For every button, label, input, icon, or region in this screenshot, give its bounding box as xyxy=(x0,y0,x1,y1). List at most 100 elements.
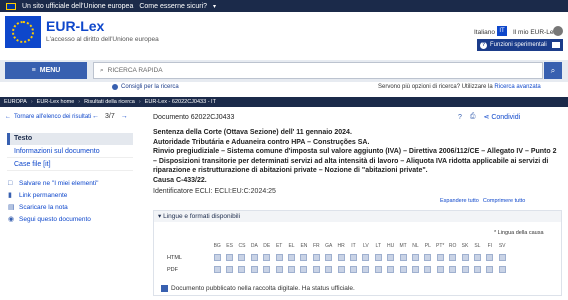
language-code: ET xyxy=(275,243,283,249)
breadcrumb: EUROPA › EUR-Lex home › Risultati della … xyxy=(0,97,568,107)
format-download-link[interactable] xyxy=(397,253,409,262)
language-code: ES xyxy=(226,243,233,249)
save-label: Salvare ne "I miei elementi" xyxy=(19,179,99,187)
format-download-link[interactable] xyxy=(484,253,496,262)
prev-result-icon[interactable]: ← xyxy=(92,113,99,120)
format-download-link[interactable] xyxy=(446,265,458,274)
format-download-link[interactable] xyxy=(211,265,223,274)
format-download-link[interactable] xyxy=(459,265,471,274)
format-download-link[interactable] xyxy=(261,265,273,274)
file-icon xyxy=(362,254,370,261)
format-download-link[interactable] xyxy=(347,265,359,274)
format-download-link[interactable] xyxy=(397,265,409,274)
format-download-link[interactable] xyxy=(211,253,223,262)
site-title[interactable]: EUR-Lex xyxy=(46,18,104,34)
format-download-link[interactable] xyxy=(372,265,384,274)
language-code: NL xyxy=(412,243,419,249)
format-download-link[interactable] xyxy=(409,265,421,274)
languages-panel-header[interactable]: ▾ Lingue e formati disponibili xyxy=(154,211,561,222)
format-download-link[interactable] xyxy=(422,265,434,274)
format-download-link[interactable] xyxy=(285,265,297,274)
format-download-link[interactable] xyxy=(409,253,421,262)
format-download-link[interactable] xyxy=(484,265,496,274)
search-input[interactable]: ⌕ RICERCA RAPIDA xyxy=(93,62,543,79)
format-download-link[interactable] xyxy=(248,265,260,274)
language-selector[interactable]: Italiano xyxy=(474,29,495,36)
eu-official-banner: Un sito ufficiale dell'Unione europea Co… xyxy=(0,0,568,12)
search-submit-button[interactable]: ⌕ xyxy=(544,62,562,79)
user-icon[interactable] xyxy=(553,26,563,36)
format-download-link[interactable] xyxy=(273,253,285,262)
format-download-link[interactable] xyxy=(335,265,347,274)
format-download-link[interactable] xyxy=(310,265,322,274)
format-download-link[interactable] xyxy=(273,265,285,274)
format-download-link[interactable] xyxy=(335,253,347,262)
format-download-link[interactable] xyxy=(384,253,396,262)
my-eurlex-link[interactable]: Il mio EUR-Lex xyxy=(513,29,557,36)
breadcrumb-item[interactable]: EUROPA xyxy=(4,99,27,105)
follow-document-action[interactable]: ◉ Segui questo documento xyxy=(7,213,133,225)
breadcrumb-item[interactable]: Risultati della ricerca xyxy=(84,99,135,105)
format-download-link[interactable] xyxy=(248,253,260,262)
search-tips-link[interactable]: Consigli per la ricerca xyxy=(112,84,179,90)
format-download-link[interactable] xyxy=(471,253,483,262)
format-download-link[interactable] xyxy=(360,265,372,274)
next-result-icon[interactable]: → xyxy=(121,113,128,120)
languages-heading: Lingue e formati disponibili xyxy=(163,213,241,220)
file-icon xyxy=(387,266,395,273)
format-download-link[interactable] xyxy=(310,253,322,262)
format-download-link[interactable] xyxy=(434,265,446,274)
format-download-link[interactable] xyxy=(347,253,359,262)
eu-logo[interactable] xyxy=(5,16,41,48)
toggle-switch[interactable] xyxy=(552,42,560,48)
format-download-link[interactable] xyxy=(223,253,235,262)
experimental-features-toggle[interactable]: ? Funzioni sperimentali xyxy=(477,39,563,51)
format-download-link[interactable] xyxy=(434,253,446,262)
help-icon[interactable]: ? xyxy=(458,114,462,121)
print-icon[interactable]: ⎙ xyxy=(470,113,476,121)
language-code: EN xyxy=(300,243,308,249)
advanced-search-link[interactable]: Ricerca avanzata xyxy=(494,84,540,90)
format-download-link[interactable] xyxy=(323,253,335,262)
breadcrumb-item[interactable]: EUR-Lex home xyxy=(37,99,75,105)
format-download-link[interactable] xyxy=(384,265,396,274)
format-download-link[interactable] xyxy=(496,265,508,274)
format-download-link[interactable] xyxy=(298,265,310,274)
menu-button[interactable]: ≡ MENU xyxy=(5,62,87,79)
format-download-link[interactable] xyxy=(223,265,235,274)
download-notice-action[interactable]: ▤ Scaricare la nota xyxy=(7,201,133,213)
sidebar-item-document-info[interactable]: Informazioni sul documento xyxy=(7,145,133,158)
share-label: Condividi xyxy=(491,114,521,121)
collapse-all-link[interactable]: Comprimere tutto xyxy=(483,198,526,204)
format-download-link[interactable] xyxy=(285,253,297,262)
permalink-action[interactable]: ▮ Link permanente xyxy=(7,189,133,201)
expand-all-link[interactable]: Espandere tutto xyxy=(440,198,479,204)
format-download-link[interactable] xyxy=(496,253,508,262)
file-icon xyxy=(449,266,457,273)
format-download-link[interactable] xyxy=(360,253,372,262)
sidebar-heading[interactable]: Testo xyxy=(7,133,133,145)
chevron-down-icon[interactable]: ▾ xyxy=(213,3,216,10)
sidebar-item-case-file[interactable]: Case file [it] xyxy=(7,158,133,171)
case-number: Causa C-433/22. xyxy=(153,176,207,184)
file-icon xyxy=(337,266,345,273)
eu-banner-link[interactable]: Come esserne sicuri? xyxy=(139,3,207,10)
format-download-link[interactable] xyxy=(323,265,335,274)
language-code: CS xyxy=(238,243,246,249)
language-icon[interactable]: IT xyxy=(497,26,507,36)
format-download-link[interactable] xyxy=(298,253,310,262)
format-download-link[interactable] xyxy=(471,265,483,274)
format-download-link[interactable] xyxy=(236,265,248,274)
eu-stars-icon xyxy=(12,21,34,43)
file-icon xyxy=(399,254,407,261)
format-download-link[interactable] xyxy=(459,253,471,262)
back-to-results-link[interactable]: ← Tornare all'elenco dei risultati xyxy=(5,114,91,120)
file-icon xyxy=(325,254,333,261)
format-download-link[interactable] xyxy=(372,253,384,262)
format-download-link[interactable] xyxy=(422,253,434,262)
save-item-action[interactable]: □ Salvare ne "I miei elementi" xyxy=(7,177,133,189)
share-button[interactable]: ⋖ Condividi xyxy=(484,113,521,121)
format-download-link[interactable] xyxy=(261,253,273,262)
format-download-link[interactable] xyxy=(236,253,248,262)
format-download-link[interactable] xyxy=(446,253,458,262)
